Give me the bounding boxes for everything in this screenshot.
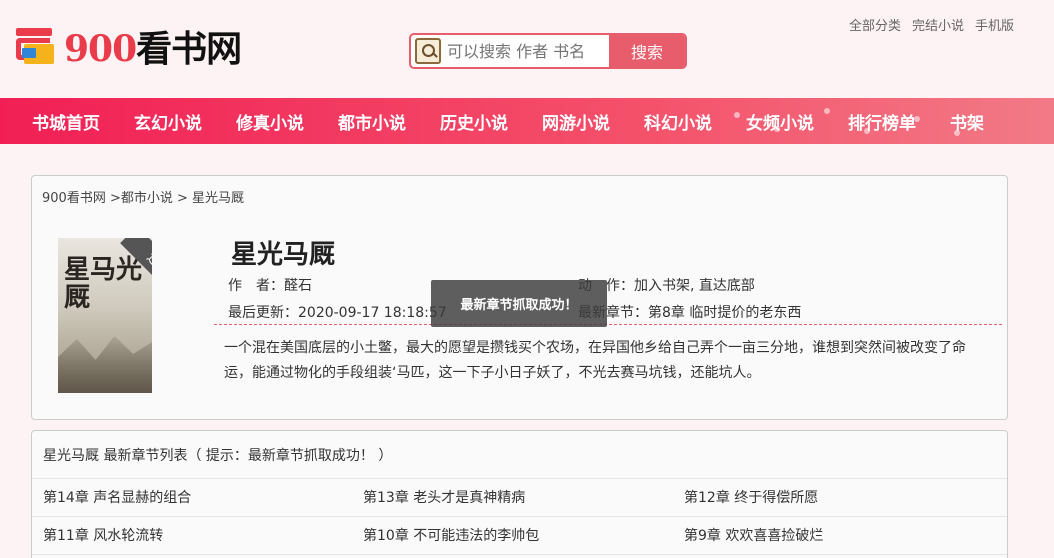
top-link-all-categories[interactable]: 全部分类	[849, 15, 901, 34]
logo-name: 看书网	[136, 28, 242, 70]
chapter-link[interactable]: 第12章 终于得偿所愿	[684, 487, 818, 507]
updated-time: 2020-09-17 18:18:57	[298, 305, 447, 321]
divider	[32, 478, 1007, 479]
author-name[interactable]: 醛石	[284, 278, 312, 294]
nav-item-rank[interactable]: 排行榜单	[848, 109, 916, 134]
action-separator: ,	[690, 278, 699, 294]
logo-book-icon	[14, 24, 58, 68]
chapter-link[interactable]: 第14章 声名显赫的组合	[43, 487, 191, 507]
top-links: 全部分类 完结小说 手机版	[849, 15, 1014, 34]
nav-item-kehuan[interactable]: 科幻小说	[644, 109, 712, 134]
latest-chapter-link[interactable]: 第8章 临时提价的老东西	[648, 305, 801, 321]
author-label: 作 者：	[228, 278, 284, 294]
header: 900看书网 搜索 全部分类 完结小说 手机版	[0, 0, 1054, 98]
divider	[32, 516, 1007, 517]
search-icon	[415, 38, 441, 64]
nav-item-dushi[interactable]: 都市小说	[338, 109, 406, 134]
book-author: 作 者：醛石	[228, 275, 312, 295]
divider	[214, 324, 1002, 325]
chapter-list-header: 星光马厩 最新章节列表（ 提示：最新章节抓取成功！ ）	[43, 448, 393, 464]
nav-item-xuanhuan[interactable]: 玄幻小说	[134, 109, 202, 134]
go-bottom-link[interactable]: 直达底部	[699, 278, 755, 294]
latest-chapter: 最新章节：第8章 临时提价的老东西	[578, 302, 801, 322]
cover-title-art: 星马光厩	[64, 255, 143, 313]
chapter-list-panel: 星光马厩 最新章节列表（ 提示：最新章节抓取成功！ ） 第14章 声名显赫的组合…	[31, 430, 1008, 558]
book-title: 星光马厩	[231, 240, 336, 270]
cover-art	[58, 336, 152, 393]
logo-text: 900看书网	[64, 20, 242, 72]
chapter-link[interactable]: 第13章 老头才是真神精病	[363, 487, 525, 507]
nav-item-xiuzhen[interactable]: 修真小说	[236, 109, 304, 134]
main-nav: 书城首页 玄幻小说 修真小说 都市小说 历史小说 网游小说 科幻小说 女频小说 …	[0, 98, 1054, 144]
logo-number: 900	[64, 28, 137, 70]
last-updated: 最后更新：2020-09-17 18:18:57	[228, 302, 447, 322]
search-input[interactable]	[447, 41, 617, 61]
add-to-shelf-link[interactable]: 加入书架	[634, 278, 690, 294]
nav-item-home[interactable]: 书城首页	[32, 109, 100, 134]
search-bar: 搜索	[409, 33, 687, 69]
top-link-mobile[interactable]: 手机版	[975, 15, 1014, 34]
divider	[32, 554, 1007, 555]
site-logo[interactable]: 900看书网	[14, 20, 242, 72]
book-description: 一个混在美国底层的小土鳖，最大的愿望是攒钱买个农场，在异国他乡给自己弄个一亩三分…	[224, 340, 966, 381]
toast-notification: 最新章节抓取成功！	[431, 280, 607, 327]
chapter-link[interactable]: 第11章 风水轮流转	[43, 525, 163, 545]
book-cover[interactable]: 星马光厩 连载中	[58, 238, 152, 393]
updated-label: 最后更新：	[228, 305, 298, 321]
nav-item-wangyou[interactable]: 网游小说	[542, 109, 610, 134]
search-button[interactable]: 搜索	[609, 35, 685, 67]
nav-item-lishi[interactable]: 历史小说	[440, 109, 508, 134]
nav-item-nvpin[interactable]: 女频小说	[746, 109, 814, 134]
top-link-completed[interactable]: 完结小说	[912, 15, 964, 34]
chapter-link[interactable]: 第10章 不可能违法的李帅包	[363, 525, 539, 545]
chapter-link[interactable]: 第9章 欢欢喜喜捡破烂	[684, 525, 823, 545]
nav-item-bookshelf[interactable]: 书架	[950, 109, 984, 134]
breadcrumb: 900看书网 >都市小说 > 星光马厩	[42, 191, 244, 206]
